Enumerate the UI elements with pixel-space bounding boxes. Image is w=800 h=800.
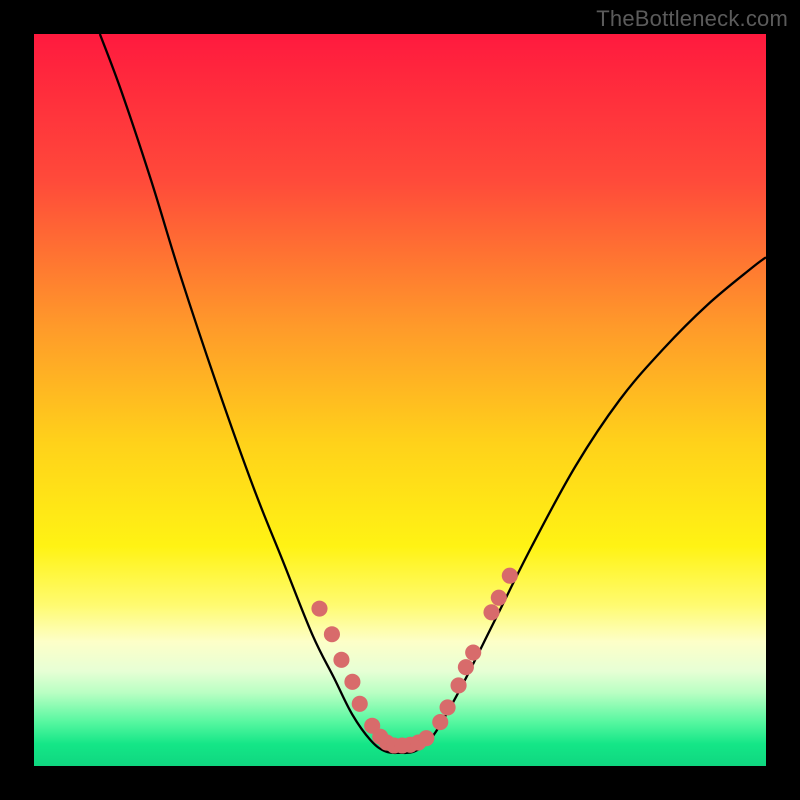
dot xyxy=(502,568,518,584)
watermark-text: TheBottleneck.com xyxy=(596,6,788,32)
dot xyxy=(483,604,499,620)
dot xyxy=(440,699,456,715)
bottleneck-curve xyxy=(100,34,766,753)
curve-layer xyxy=(34,34,766,766)
dot xyxy=(465,644,481,660)
dot xyxy=(324,626,340,642)
chart-frame: TheBottleneck.com xyxy=(0,0,800,800)
dot xyxy=(333,652,349,668)
dot xyxy=(491,590,507,606)
dot xyxy=(344,674,360,690)
highlight-dots xyxy=(311,568,517,754)
dot xyxy=(451,677,467,693)
plot-area xyxy=(34,34,766,766)
dot xyxy=(418,730,434,746)
dot xyxy=(311,601,327,617)
dot xyxy=(432,714,448,730)
dot xyxy=(458,659,474,675)
dot xyxy=(352,696,368,712)
